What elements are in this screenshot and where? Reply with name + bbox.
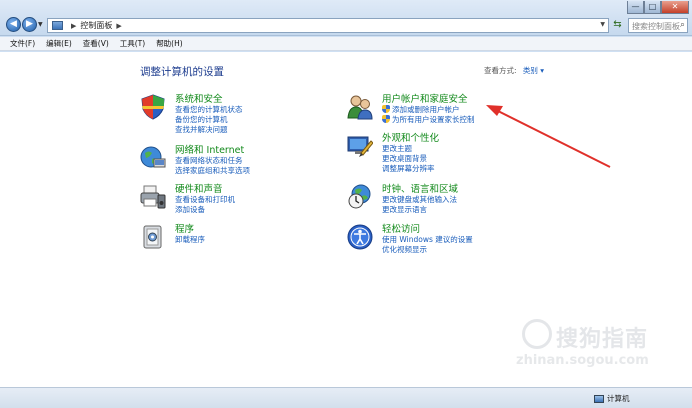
watermark-url: zhinan.sogou.com [516, 353, 649, 368]
menu-view[interactable]: 查看(V) [83, 38, 109, 49]
watermark-logo-icon [522, 319, 552, 349]
content-area: 调整计算机的设置 查看方式: 类别 ▾ 系统和安全 查看您的计算机状态 备份您的… [0, 52, 692, 387]
back-button[interactable]: ◀ [6, 17, 21, 32]
history-dropdown-icon[interactable]: ▼ [38, 21, 43, 28]
watermark: 搜狗指南 zhinan.sogou.com [516, 315, 676, 375]
breadcrumb-control-panel[interactable]: 控制面板 [80, 20, 112, 31]
search-input[interactable]: 搜索控制面板 ⌕ [628, 18, 688, 33]
menu-edit[interactable]: 编辑(E) [46, 38, 72, 49]
title-bar: — □ ✕ ◀ ▶ ▼ ▶ 控制面板 ▶ ▼ ⇆ 搜索控制面板 ⌕ [0, 0, 692, 36]
control-panel-icon [52, 21, 63, 30]
menu-help[interactable]: 帮助(H) [156, 38, 183, 49]
forward-button[interactable]: ▶ [22, 17, 37, 32]
address-dropdown-icon[interactable]: ▼ [600, 21, 605, 28]
status-computer: 计算机 [594, 393, 630, 404]
watermark-text: 搜狗指南 [556, 327, 649, 352]
search-icon[interactable]: ⌕ [680, 20, 685, 30]
maximize-button[interactable]: □ [644, 1, 661, 14]
back-arrow-icon: ◀ [10, 19, 17, 29]
breadcrumb-chevron-icon[interactable]: ▶ [71, 22, 76, 30]
forward-arrow-icon: ▶ [26, 19, 33, 29]
computer-icon [594, 394, 604, 403]
address-bar[interactable]: ▶ 控制面板 ▶ ▼ [47, 18, 609, 33]
menu-bar: 文件(F) 编辑(E) 查看(V) 工具(T) 帮助(H) [0, 37, 692, 51]
status-computer-label: 计算机 [607, 394, 630, 403]
minimize-button[interactable]: — [627, 1, 644, 14]
breadcrumb-chevron-icon[interactable]: ▶ [116, 22, 121, 30]
menu-tools[interactable]: 工具(T) [120, 38, 145, 49]
status-bar: 计算机 [0, 387, 692, 408]
search-placeholder: 搜索控制面板 [632, 22, 680, 31]
menu-file[interactable]: 文件(F) [10, 38, 35, 49]
refresh-icon[interactable]: ⇆ [611, 18, 624, 33]
close-button[interactable]: ✕ [661, 1, 689, 14]
